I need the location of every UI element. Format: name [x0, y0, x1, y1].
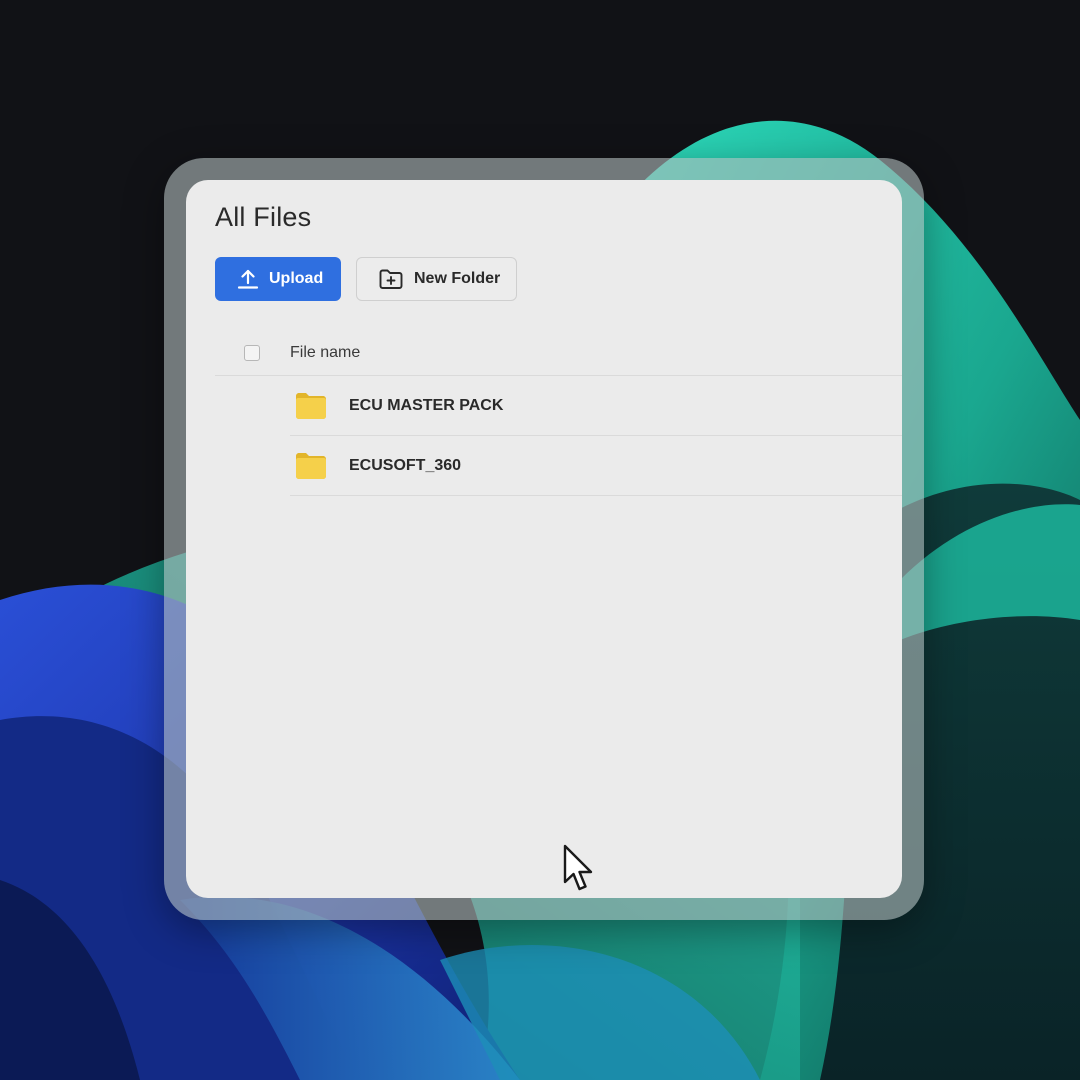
upload-icon — [237, 269, 259, 289]
new-folder-button[interactable]: New Folder — [356, 257, 517, 301]
file-row-ecusoft-360[interactable]: ECUSOFT_360 — [290, 436, 902, 496]
column-header-file-name[interactable]: File name — [290, 344, 360, 362]
toolbar: Upload New Folder — [215, 257, 517, 301]
folder-icon — [296, 452, 326, 479]
mouse-pointer-icon — [563, 844, 593, 891]
file-name: ECU MASTER PACK — [349, 396, 504, 414]
file-row-ecu-master-pack[interactable]: ECU MASTER PACK — [290, 376, 902, 436]
file-manager-window: All Files Upload New Folder File name EC… — [186, 180, 902, 898]
upload-button-label: Upload — [269, 270, 324, 287]
file-list-header: File name — [215, 330, 902, 376]
new-folder-button-label: New Folder — [414, 270, 501, 287]
file-list: ECU MASTER PACK ECUSOFT_360 — [290, 376, 902, 496]
page-title: All Files — [215, 202, 312, 232]
upload-button[interactable]: Upload — [215, 257, 341, 301]
select-all-checkbox[interactable] — [244, 344, 260, 361]
file-name: ECUSOFT_360 — [349, 456, 462, 474]
folder-plus-icon — [379, 269, 403, 289]
folder-icon — [296, 392, 326, 419]
